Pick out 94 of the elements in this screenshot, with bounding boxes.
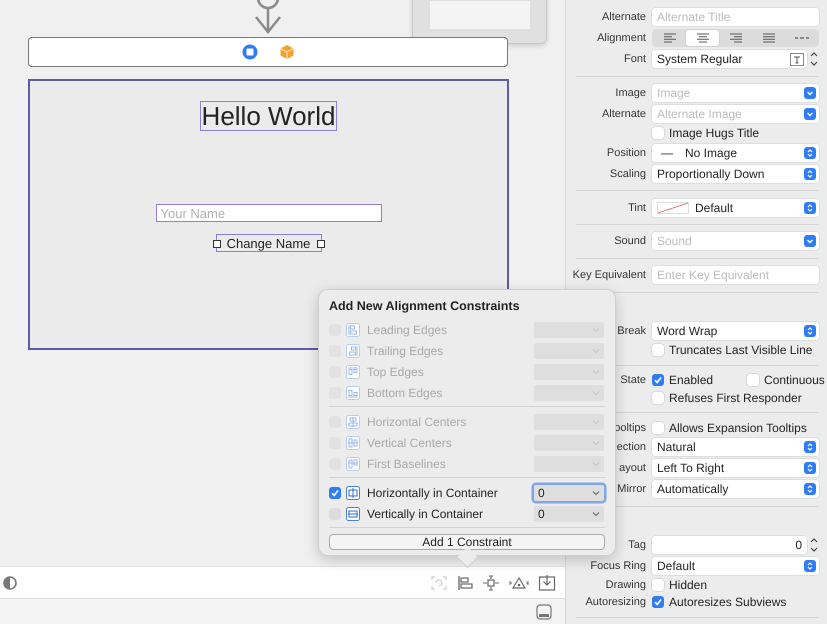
stepper[interactable]	[809, 50, 819, 68]
alignment-icon	[346, 322, 360, 336]
property-label: Focus Ring	[590, 560, 646, 572]
constraint-checkbox[interactable]: Vertically in Container	[329, 506, 484, 520]
checkmark-icon	[653, 597, 663, 608]
alignment-icon	[346, 486, 360, 500]
popup-button[interactable]: Default	[652, 556, 819, 575]
change-name-button[interactable]: Change Name	[216, 234, 322, 252]
property-label: Alternate	[602, 11, 646, 24]
panel-toggle-icon[interactable]	[536, 604, 552, 620]
property-label: Autoresizing	[585, 596, 646, 608]
checkbox[interactable]: Enabled	[652, 373, 714, 388]
chevron-icon	[592, 510, 600, 516]
up-down-arrows-icon	[804, 560, 816, 572]
constraint-checkbox[interactable]: Horizontally in Container	[329, 486, 498, 500]
popup-button[interactable]: — No Image	[652, 144, 819, 162]
resize-handle[interactable]	[212, 240, 220, 248]
alignment-icon	[346, 364, 360, 378]
checkbox[interactable]: Image Hugs Title	[652, 126, 760, 140]
property-label: Tint	[628, 202, 646, 214]
stepper[interactable]	[809, 536, 819, 554]
chevron-icon	[592, 440, 600, 446]
appearance-icon[interactable]	[3, 576, 17, 590]
up-down-arrows-icon	[804, 325, 816, 338]
up-down-arrows-icon	[804, 202, 816, 214]
title-label[interactable]: Hello World	[200, 101, 338, 131]
pin-icon[interactable]	[482, 574, 500, 590]
up-down-arrows-icon	[804, 441, 816, 454]
checkbox[interactable]: Truncates Last Visible Line	[652, 343, 812, 358]
property-label: ayout	[619, 462, 646, 474]
popup-button[interactable]: Proportionally Down	[652, 164, 819, 183]
popup-button[interactable]: Left To Right	[652, 459, 819, 478]
add-constraint-button[interactable]: Add 1 Constraint	[329, 534, 605, 550]
property-label: Image	[615, 87, 646, 100]
popup-button[interactable]: Natural	[652, 438, 819, 456]
up-down-arrows-icon	[804, 483, 816, 496]
text-align-icon	[662, 33, 678, 44]
property-label: ection	[616, 441, 646, 454]
property-label: State	[620, 374, 646, 386]
alignment-segment[interactable]	[686, 30, 719, 46]
checkbox[interactable]: Autoresizes Subviews	[652, 595, 786, 610]
text-field[interactable]: Enter Key Equivalent	[652, 266, 819, 284]
up-down-arrows-icon	[804, 146, 816, 159]
property-label: Drawing	[606, 579, 646, 592]
property-label: Scaling	[610, 168, 646, 180]
checkmark-icon	[653, 375, 663, 386]
font-field[interactable]: System Regular	[652, 50, 807, 68]
text-align-icon	[760, 33, 776, 44]
alignment-icon	[346, 344, 360, 358]
chevron-icon	[592, 368, 600, 374]
up-down-arrows-icon	[804, 462, 816, 474]
up-down-arrows-icon	[804, 168, 816, 180]
popover-title: Add New Alignment Constraints	[329, 299, 521, 313]
checkbox[interactable]: Continuous	[747, 373, 825, 388]
chevron-icon	[592, 326, 600, 332]
popup-button[interactable]: Automatically	[652, 480, 819, 498]
alignment-icon	[346, 456, 360, 470]
offset-dropdown[interactable]: 0	[534, 506, 604, 522]
property-label: Font	[624, 53, 646, 66]
property-label: Key Equivalent	[572, 269, 646, 282]
text-align-icon	[728, 33, 744, 44]
chevron-icon	[592, 348, 600, 354]
property-label: Alignment	[597, 32, 646, 44]
popup-button[interactable]: Default	[652, 198, 819, 217]
offset-dropdown[interactable]: 0	[534, 484, 604, 500]
checkmark-icon	[330, 488, 340, 498]
embed-icon[interactable]	[538, 574, 556, 592]
checkbox[interactable]: Allows Expansion Tooltips	[652, 421, 807, 436]
text-align-icon	[694, 33, 710, 44]
name-text-field[interactable]: Your Name	[156, 204, 382, 222]
checkbox[interactable]: Hidden	[652, 578, 708, 592]
checkbox[interactable]: Refuses First Responder	[652, 390, 802, 405]
chevron-icon	[592, 490, 600, 496]
align-icon[interactable]	[457, 574, 473, 590]
popup-button[interactable]: Word Wrap	[652, 322, 819, 340]
alignment-icon	[346, 436, 360, 450]
property-label: Position	[606, 146, 646, 159]
font-panel-icon[interactable]	[790, 52, 804, 66]
chevron-icon	[592, 460, 600, 466]
property-label: Sound	[614, 235, 646, 248]
alignment-icon	[346, 414, 360, 428]
property-label: Mirror	[617, 483, 646, 496]
alignment-icon	[346, 386, 360, 400]
number-field[interactable]: 0	[652, 536, 807, 554]
property-label: Tag	[628, 538, 646, 551]
text-field[interactable]: Alternate Title	[652, 8, 819, 26]
chevron-icon	[592, 418, 600, 424]
property-label: Alternate	[602, 108, 646, 120]
triangle-icon[interactable]	[509, 574, 529, 590]
view-controller-icon[interactable]	[242, 44, 258, 60]
property-label: Break	[617, 325, 646, 338]
chevron-icon	[592, 390, 600, 396]
alignment-icon	[346, 506, 360, 520]
resize-handle[interactable]	[316, 240, 324, 248]
